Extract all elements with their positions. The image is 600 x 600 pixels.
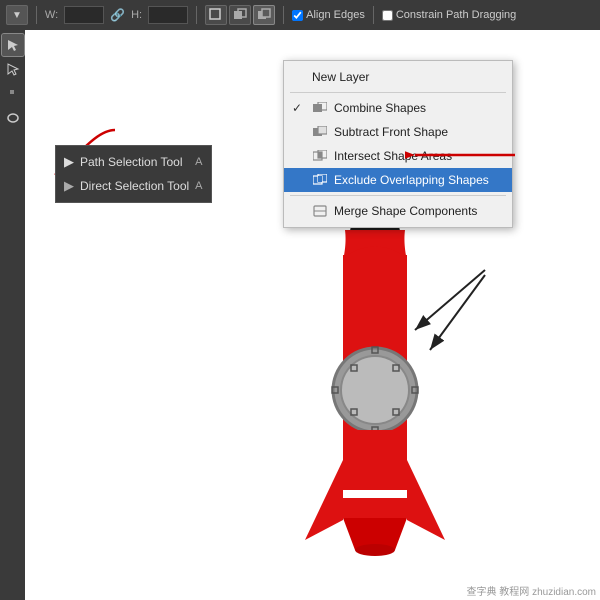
menu-separator-2 [290, 195, 506, 196]
checkmark: ✓ [292, 101, 302, 115]
menu-subtract-front[interactable]: Subtract Front Shape [284, 120, 512, 144]
toolbar-separator-1 [36, 6, 37, 24]
tool-tooltip-popup: ▶ Path Selection Tool A ▶ Direct Selecti… [55, 145, 212, 203]
tooltip-direct-selection[interactable]: ▶ Direct Selection Tool A [56, 174, 211, 198]
menu-exclude-overlapping[interactable]: Exclude Overlapping Shapes [284, 168, 512, 192]
tool-ellipse[interactable] [2, 106, 24, 128]
w-input[interactable] [64, 6, 104, 24]
align-edges-checkbox[interactable]: Align Edges [292, 9, 365, 21]
tool-arrow[interactable] [2, 34, 24, 56]
toolbar-separator-3 [283, 6, 284, 24]
combine-icon [312, 101, 328, 115]
h-input[interactable] [148, 6, 188, 24]
h-label: H: [131, 9, 142, 21]
toolbar-separator-2 [196, 6, 197, 24]
constrain-checkbox[interactable]: Constrain Path Dragging [382, 9, 516, 21]
top-toolbar: ▼ W: 🔗 H: Align Edges Constrain Path Dra… [0, 0, 600, 30]
menu-merge-components[interactable]: Merge Shape Components [284, 199, 512, 223]
menu-new-layer[interactable]: New Layer [284, 65, 512, 89]
shape-op-subtract[interactable] [253, 5, 275, 25]
main-area: ▶ Path Selection Tool A ▶ Direct Selecti… [0, 30, 600, 600]
tool-separator-dot [2, 82, 24, 104]
merge-icon [312, 204, 328, 218]
exclude-icon [312, 173, 328, 187]
tool-direct-arrow[interactable] [2, 58, 24, 80]
shape-op-combine[interactable] [229, 5, 251, 25]
watermark: 查字典 教程网 zhuzidian.com [467, 583, 596, 598]
left-tool-panel [0, 30, 25, 600]
subtract-icon [312, 125, 328, 139]
link-icon: 🔗 [110, 8, 125, 22]
menu-combine-shapes[interactable]: ✓ Combine Shapes [284, 96, 512, 120]
intersect-icon [312, 149, 328, 163]
menu-intersect-areas[interactable]: Intersect Shape Areas [284, 144, 512, 168]
w-label: W: [45, 9, 58, 21]
path-selection-icon: ▶ [64, 154, 74, 170]
menu-separator [290, 92, 506, 93]
toolbar-separator-4 [373, 6, 374, 24]
shape-options-menu: New Layer ✓ Combine Shapes Subtract Fron… [283, 60, 513, 228]
direct-selection-icon: ▶ [64, 178, 74, 194]
tooltip-path-selection[interactable]: ▶ Path Selection Tool A [56, 150, 211, 174]
shape-op-new[interactable] [205, 5, 227, 25]
toolbar-dropdown-btn[interactable]: ▼ [6, 5, 28, 25]
canvas-area[interactable]: ▶ Path Selection Tool A ▶ Direct Selecti… [25, 30, 600, 600]
shape-ops-group [205, 5, 275, 25]
